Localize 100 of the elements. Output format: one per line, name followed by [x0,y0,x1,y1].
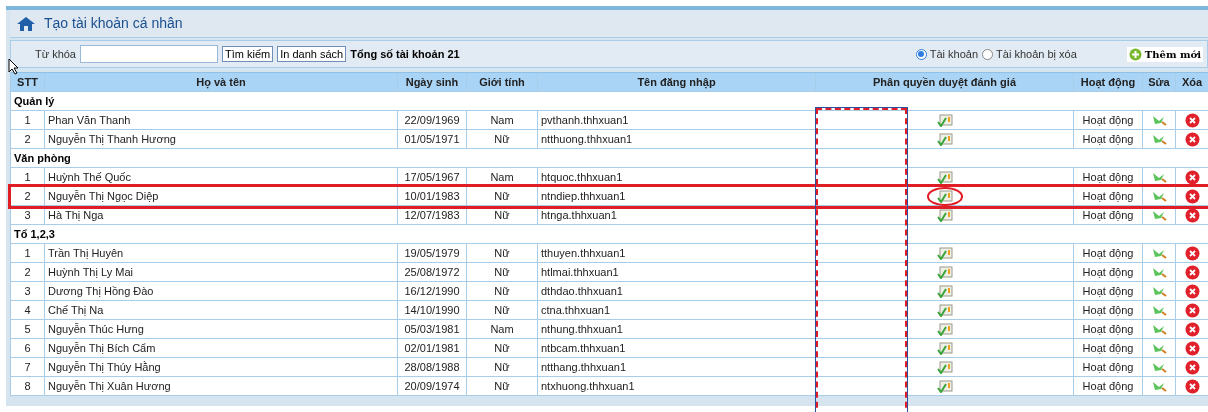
approve-icon[interactable] [936,322,953,336]
column-header: Tên đăng nhập [538,73,816,92]
search-button[interactable]: Tìm kiếm [222,46,274,62]
table-cell: 12/07/1983 [398,206,467,225]
radio-button[interactable] [915,48,927,60]
table-cell: Hoạt động [1074,111,1143,130]
table-cell: Hoạt động [1074,187,1143,206]
delete-icon[interactable] [1184,131,1200,147]
table-cell: Hoạt động [1074,301,1143,320]
radio-label: Tài khoản [929,46,979,62]
approve-icon[interactable] [936,265,953,279]
edit-icon[interactable] [1151,171,1167,183]
edit-icon[interactable] [1151,285,1167,297]
approve-icon[interactable] [936,170,953,184]
table-cell: ctna.thhxuan1 [538,301,816,320]
table-cell: ntthuong.thhxuan1 [538,130,816,149]
approve-icon[interactable] [936,132,953,146]
keyword-label: Từ khóa [35,46,76,62]
table-cell: 6 [11,339,45,358]
delete-icon[interactable] [1184,188,1200,204]
edit-icon[interactable] [1151,361,1167,373]
radio-label: Tài khoản bị xóa [996,46,1077,62]
edit-icon[interactable] [1151,342,1167,354]
add-new-button[interactable]: Thêm mới [1126,46,1203,62]
edit-icon[interactable] [1151,247,1167,259]
total-accounts: Tổng số tài khoản 21 [350,46,460,62]
approve-icon[interactable] [936,360,953,374]
home-icon[interactable] [16,15,36,32]
table-cell: Nữ [467,301,538,320]
delete-icon[interactable] [1184,207,1200,223]
edit-icon[interactable] [1151,209,1167,221]
delete-icon[interactable] [1184,378,1200,394]
table-cell: 28/08/1988 [398,358,467,377]
table-cell: Trần Thị Huyên [45,244,398,263]
column-header: Hoạt động [1074,73,1143,92]
table-cell: Hoạt động [1074,320,1143,339]
circled-approve-icon[interactable] [928,188,961,204]
delete-icon[interactable] [1184,302,1200,318]
column-header: Sửa [1143,73,1176,92]
table-cell: 14/10/1990 [398,301,467,320]
column-header: Họ và tên [45,73,398,92]
delete-icon[interactable] [1184,169,1200,185]
table-cell: 8 [11,377,45,396]
edit-icon[interactable] [1151,323,1167,335]
table-cell: Nữ [467,377,538,396]
group-label: Văn phòng [14,150,71,166]
delete-icon[interactable] [1184,321,1200,337]
edit-icon[interactable] [1151,266,1167,278]
edit-icon[interactable] [1151,133,1167,145]
delete-icon[interactable] [1184,283,1200,299]
table-cell: Phan Văn Thanh [45,111,398,130]
table-cell: Hà Thị Nga [45,206,398,225]
edit-icon[interactable] [1151,190,1167,202]
table-cell: 2 [11,263,45,282]
edit-icon[interactable] [1151,380,1167,392]
table-cell: htlmai.thhxuan1 [538,263,816,282]
group-label: Quản lý [14,93,55,109]
table-cell: Dương Thị Hồng Đào [45,282,398,301]
approve-icon[interactable] [936,341,953,355]
table-cell: pvthanh.thhxuan1 [538,111,816,130]
table-cell: Huỳnh Thế Quốc [45,168,398,187]
delete-icon[interactable] [1184,264,1200,280]
table-cell: Nữ [467,187,538,206]
table-cell: ntndiep.thhxuan1 [538,187,816,206]
table-cell: 2 [11,187,45,206]
table-cell: Nữ [467,130,538,149]
table-cell: ntxhuong.thhxuan1 [538,377,816,396]
table-cell: Nguyễn Thị Thúy Hằng [45,358,398,377]
table-cell: Nam [467,168,538,187]
table-cell: 05/03/1981 [398,320,467,339]
delete-icon[interactable] [1184,340,1200,356]
approve-icon[interactable] [936,379,953,393]
approve-icon[interactable] [936,303,953,317]
table-cell: 3 [11,206,45,225]
table-cell: Nam [467,320,538,339]
column-header: Giới tính [467,73,538,92]
approve-icon[interactable] [936,113,953,127]
table-cell: Nam [467,111,538,130]
group-label: Tổ 1,2,3 [14,226,55,242]
approve-icon[interactable] [936,208,953,222]
table-cell: 4 [11,301,45,320]
approve-icon[interactable] [936,284,953,298]
radio-button[interactable] [982,48,994,60]
table-cell: Nữ [467,263,538,282]
delete-icon[interactable] [1184,359,1200,375]
table-cell: 19/05/1979 [398,244,467,263]
table-cell: Nguyễn Thị Ngọc Diệp [45,187,398,206]
column-header: Phân quyền duyệt đánh giá [816,73,1074,92]
approve-icon[interactable] [936,246,953,260]
page-title: Tạo tài khoản cá nhân [44,14,183,33]
table-cell: 02/01/1981 [398,339,467,358]
table-cell: 01/05/1971 [398,130,467,149]
edit-icon[interactable] [1151,114,1167,126]
keyword-field[interactable] [80,45,218,63]
table-cell: htquoc.thhxuan1 [538,168,816,187]
table-cell: Nữ [467,244,538,263]
edit-icon[interactable] [1151,304,1167,316]
delete-icon[interactable] [1184,245,1200,261]
delete-icon[interactable] [1184,112,1200,128]
print-list-button[interactable]: In danh sách [277,46,347,62]
